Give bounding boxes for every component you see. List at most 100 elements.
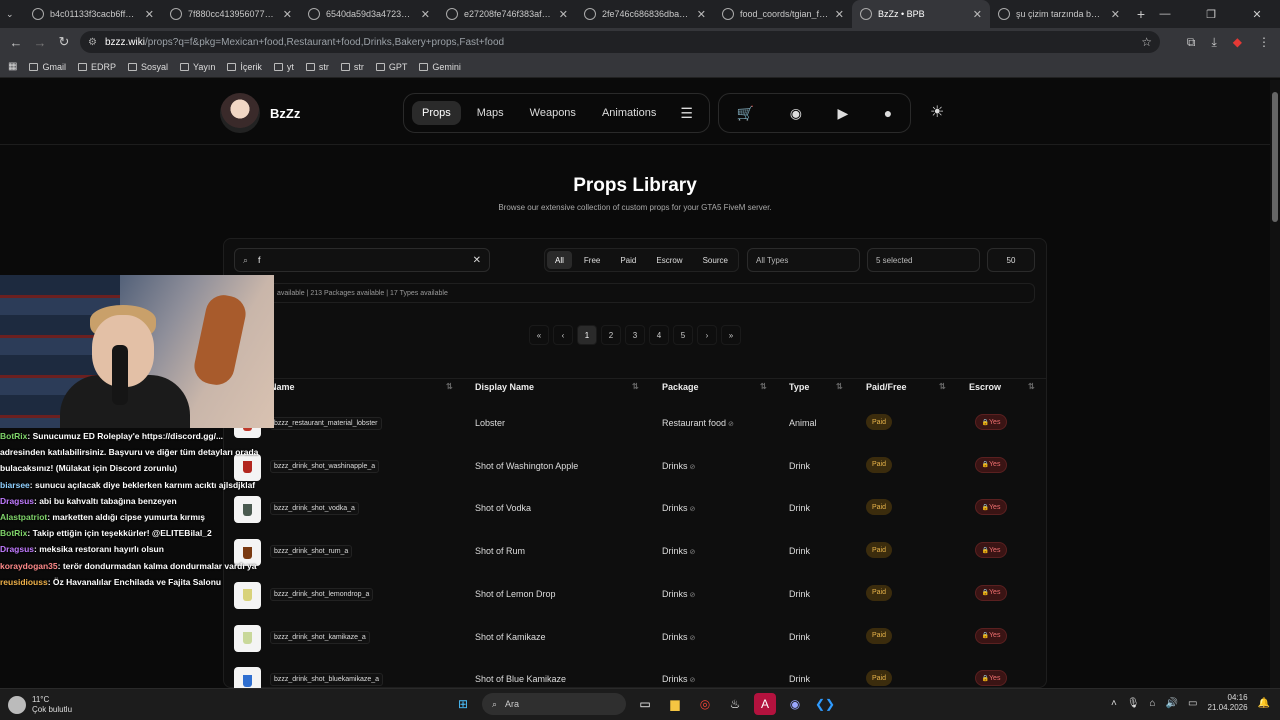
column-header-escrow[interactable]: Escrow [969, 382, 1001, 392]
table-row[interactable]: bzzz_drink_shot_lemondrop_a Shot of Lemon… [224, 574, 1046, 616]
filter-escrow[interactable]: Escrow [648, 251, 690, 269]
clock[interactable]: 04:16 21.04.2026 [1208, 693, 1248, 713]
column-header-paid-free[interactable]: Paid/Free [866, 382, 907, 392]
filter-paid[interactable]: Paid [612, 251, 644, 269]
package-link[interactable]: Drinks ⊘ [662, 674, 695, 684]
forward-button[interactable]: → [28, 35, 52, 50]
bookmark-item[interactable]: Sosyal [127, 62, 168, 72]
notifications-icon[interactable]: 🔔 [1258, 698, 1270, 709]
tab-close-icon[interactable]: ✕ [421, 8, 430, 21]
vscode-icon[interactable]: ❮❯ [814, 693, 836, 715]
network-icon[interactable]: ⌂ [1150, 698, 1156, 709]
youtube-icon[interactable]: ▶ [837, 105, 848, 122]
browser-tab[interactable]: BzZz • BPB ✕ [852, 0, 990, 28]
chat-username[interactable]: BotRix [0, 528, 27, 538]
tab-close-icon[interactable]: ✕ [145, 8, 154, 21]
browser-tab[interactable]: b4c01133f3cacb6ff9249a… ✕ [24, 0, 162, 28]
scrollbar-thumb[interactable] [1272, 92, 1278, 222]
package-link[interactable]: Drinks ⊘ [662, 503, 695, 513]
page-scrollbar[interactable] [1270, 80, 1280, 688]
bookmark-item[interactable]: Yayın [180, 62, 215, 72]
theme-toggle-sun-icon[interactable]: ☀ [930, 102, 944, 122]
sort-icon[interactable]: ⇅ [446, 382, 453, 391]
page-button[interactable]: 2 [601, 325, 621, 345]
nav-item-maps[interactable]: Maps [467, 101, 514, 125]
bookmark-item[interactable]: GPT [375, 62, 407, 72]
sort-icon[interactable]: ⇅ [632, 382, 639, 391]
bookmark-item[interactable]: str [305, 62, 329, 72]
download-icon[interactable]: ⤓ [1211, 35, 1216, 50]
nav-item-animations[interactable]: Animations [592, 101, 666, 125]
nav-item-props[interactable]: Props [412, 101, 461, 125]
weather-widget[interactable]: 11°C Çok bulutlu [8, 695, 72, 715]
discord-taskbar-icon[interactable]: ◉ [784, 693, 806, 715]
search-input[interactable]: ⌕ f ✕ [234, 248, 490, 272]
file-explorer-icon[interactable]: ▆ [664, 693, 686, 715]
package-link[interactable]: Drinks ⊘ [662, 546, 695, 556]
bookmark-item[interactable]: str [340, 62, 364, 72]
bookmark-item[interactable]: EDRP [77, 62, 116, 72]
tab-close-icon[interactable]: ✕ [973, 8, 982, 21]
column-header-package[interactable]: Package [662, 382, 699, 392]
filter-all[interactable]: All [547, 251, 572, 269]
battery-icon[interactable]: ▭ [1188, 698, 1197, 709]
package-link[interactable]: Restaurant food ⊘ [662, 418, 734, 428]
bookmark-item[interactable]: yt [273, 62, 294, 72]
browser-tab[interactable]: 6540da59d3a472368e7a… ✕ [300, 0, 438, 28]
restore-button[interactable]: ❐ [1188, 0, 1234, 28]
steam-icon[interactable]: ♨ [724, 693, 746, 715]
microphone-icon[interactable]: 🎙 [1127, 698, 1140, 709]
page-button[interactable]: « [529, 325, 549, 345]
page-button[interactable]: ‹ [553, 325, 573, 345]
back-button[interactable]: ← [4, 35, 28, 50]
bookmark-star-icon[interactable]: ☆ [1141, 35, 1152, 49]
column-header-display-name[interactable]: Display Name [475, 382, 534, 392]
profile-icon[interactable]: ◆ [1233, 35, 1242, 49]
extensions-icon[interactable]: ⧉ [1187, 35, 1196, 50]
table-row[interactable]: bzzz_drink_shot_kamikaze_a Shot of Kamika… [224, 617, 1046, 659]
filter-free[interactable]: Free [576, 251, 608, 269]
apps-grid-icon[interactable]: ▦ [8, 61, 17, 72]
browser-tab[interactable]: e27208fe746f383afcc47a… ✕ [438, 0, 576, 28]
browser-tab[interactable]: 7f880cc413956077dcdbb… ✕ [162, 0, 300, 28]
site-logo[interactable]: BzZz [220, 93, 300, 133]
per-page-select[interactable]: 50 [987, 248, 1035, 272]
page-button[interactable]: › [697, 325, 717, 345]
tab-close-icon[interactable]: ✕ [835, 8, 844, 21]
prop-name[interactable]: bzzz_drink_shot_kamikaze_a [270, 630, 370, 644]
package-link[interactable]: Drinks ⊘ [662, 632, 695, 642]
discord-icon[interactable]: ◉ [790, 105, 802, 122]
page-button[interactable]: 3 [625, 325, 645, 345]
page-button[interactable]: » [721, 325, 741, 345]
tab-close-icon[interactable]: ✕ [1111, 8, 1120, 21]
task-view-icon[interactable]: ▭ [634, 693, 656, 715]
browser-tab[interactable]: food_coords/tgian_food_… ✕ [714, 0, 852, 28]
sort-icon[interactable]: ⇅ [836, 382, 843, 391]
chat-username[interactable]: Dragsus [0, 544, 34, 554]
table-row[interactable]: bzzz_drink_shot_vodka_a Shot of Vodka Drin… [224, 488, 1046, 530]
chat-username[interactable]: Alastpatriot [0, 512, 47, 522]
close-window-button[interactable]: ✕ [1234, 0, 1280, 28]
type-select[interactable]: All Types [747, 248, 860, 272]
tab-list-button[interactable]: ⌄ [0, 0, 24, 28]
sort-icon[interactable]: ⇅ [939, 382, 946, 391]
chat-username[interactable]: reusidiouss [0, 577, 48, 587]
tab-close-icon[interactable]: ✕ [697, 8, 706, 21]
table-row[interactable]: bzzz_drink_shot_bluekamikaze_a Shot of Bl… [224, 659, 1046, 688]
url-field[interactable]: ⚙ bzzz.wiki/props?q=f&pkg=Mexican+food,R… [80, 31, 1160, 53]
chat-username[interactable]: koraydogan35 [0, 561, 58, 571]
adobe-icon[interactable]: A [754, 693, 776, 715]
package-link[interactable]: Drinks ⊘ [662, 461, 695, 471]
chat-username[interactable]: biarsee [0, 480, 30, 490]
cart-icon[interactable]: 🛒 [737, 105, 754, 122]
table-row[interactable]: bzzz_drink_shot_rum_a Shot of Rum Drinks ⊘… [224, 531, 1046, 573]
clear-search-icon[interactable]: ✕ [473, 255, 481, 266]
taskbar-search[interactable]: ⌕ Ara [482, 693, 626, 715]
tab-close-icon[interactable]: ✕ [283, 8, 292, 21]
prop-name[interactable]: bzzz_drink_shot_bluekamikaze_a [270, 673, 384, 687]
reload-button[interactable]: ↻ [52, 34, 76, 50]
sort-icon[interactable]: ⇅ [760, 382, 767, 391]
page-button[interactable]: 4 [649, 325, 669, 345]
page-button[interactable]: 1 [577, 325, 597, 345]
table-row[interactable]: bzzz_restaurant_material_lobster Lobster R… [224, 403, 1046, 445]
